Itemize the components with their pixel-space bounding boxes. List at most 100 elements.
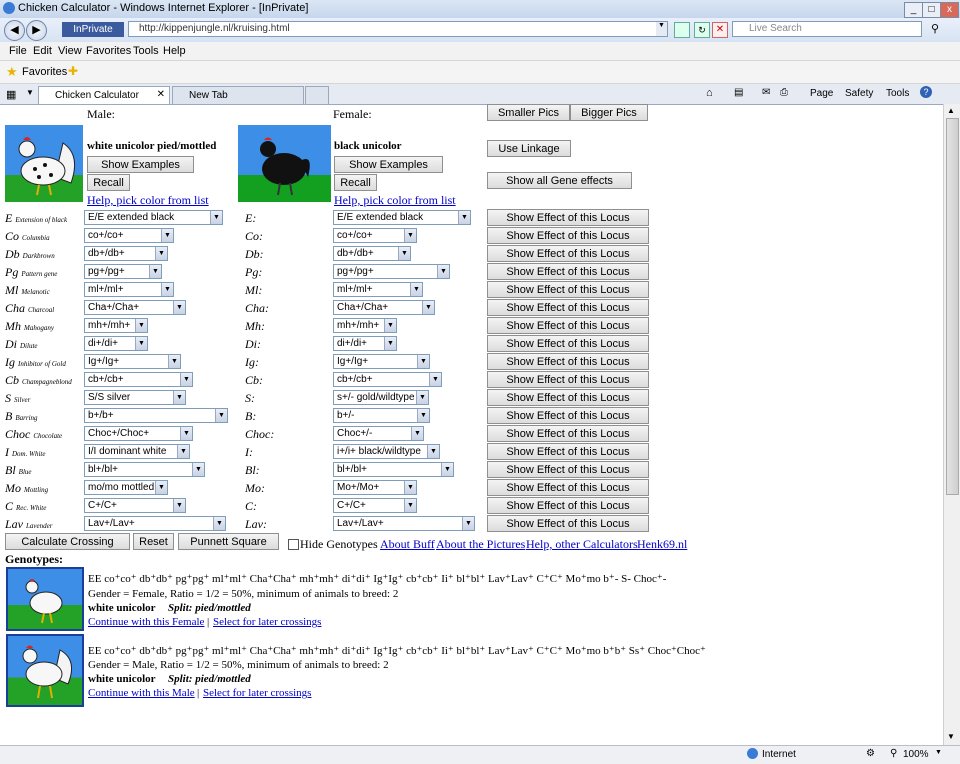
close-tab-icon[interactable]: ✕ <box>157 89 165 100</box>
chevron-down-icon[interactable]: ▼ <box>410 283 422 296</box>
chevron-down-icon[interactable]: ▼ <box>135 337 147 350</box>
show-effect-button[interactable]: Show Effect of this Locus <box>487 497 649 514</box>
protected-mode-icon[interactable]: ⚙ <box>866 748 875 759</box>
show-effect-button[interactable]: Show Effect of this Locus <box>487 263 649 280</box>
chevron-down-icon[interactable]: ▼ <box>213 517 225 530</box>
page-menu[interactable]: Page <box>810 88 833 99</box>
close-button[interactable]: x <box>940 2 959 18</box>
result-2-select-link[interactable]: Select for later crossings <box>203 687 311 699</box>
menu-file[interactable]: File <box>9 45 27 57</box>
address-bar[interactable]: http://kippenjungle.nl/kruising.html ▼ <box>128 21 668 37</box>
vertical-scrollbar[interactable]: ▲ ▼ <box>943 104 960 745</box>
chevron-down-icon[interactable]: ▼ <box>437 265 449 278</box>
female-locus-select[interactable]: i+/i+ black/wildtype ▼ <box>333 444 440 459</box>
female-locus-select[interactable]: Cha+/Cha+ ▼ <box>333 300 435 315</box>
bigger-pics-button[interactable]: Bigger Pics <box>570 104 648 121</box>
female-locus-select[interactable]: pg+/pg+ ▼ <box>333 264 450 279</box>
show-effect-button[interactable]: Show Effect of this Locus <box>487 317 649 334</box>
chevron-down-icon[interactable]: ▼ <box>173 301 185 314</box>
scroll-thumb[interactable] <box>946 118 959 495</box>
calculate-crossing-button[interactable]: Calculate Crossing <box>5 533 130 550</box>
zoom-chevron-icon[interactable]: ▼ <box>935 749 942 756</box>
new-tab-button[interactable] <box>305 86 329 104</box>
show-effect-button[interactable]: Show Effect of this Locus <box>487 245 649 262</box>
male-recall-button[interactable]: Recall <box>87 174 130 191</box>
show-effect-button[interactable]: Show Effect of this Locus <box>487 335 649 352</box>
reset-button[interactable]: Reset <box>133 533 174 550</box>
show-effect-button[interactable]: Show Effect of this Locus <box>487 371 649 388</box>
male-locus-select[interactable]: ml+/ml+ ▼ <box>84 282 174 297</box>
female-locus-select[interactable]: Ig+/Ig+ ▼ <box>333 354 430 369</box>
female-locus-select[interactable]: db+/db+ ▼ <box>333 246 411 261</box>
quick-tabs-icon[interactable]: ▦ <box>6 88 16 101</box>
female-locus-select[interactable]: Choc+/- ▼ <box>333 426 424 441</box>
chevron-down-icon[interactable]: ▼ <box>384 319 396 332</box>
zoom-level[interactable]: 100% <box>903 749 929 760</box>
male-locus-select[interactable]: Lav+/Lav+ ▼ <box>84 516 226 531</box>
forward-icon[interactable]: ▶ <box>26 20 47 41</box>
chevron-down-icon[interactable]: ▼ <box>417 409 429 422</box>
favorites-button[interactable]: Favorites <box>22 66 67 78</box>
male-locus-select[interactable]: E/E extended black ▼ <box>84 210 223 225</box>
male-locus-select[interactable]: mo/mo mottled ▼ <box>84 480 168 495</box>
show-effect-button[interactable]: Show Effect of this Locus <box>487 389 649 406</box>
female-locus-select[interactable]: C+/C+ ▼ <box>333 498 417 513</box>
female-recall-button[interactable]: Recall <box>334 174 377 191</box>
chevron-down-icon[interactable]: ▼ <box>458 211 470 224</box>
refresh-icon[interactable]: ↻ <box>694 22 710 38</box>
chevron-down-icon[interactable]: ▼ <box>180 373 192 386</box>
help-icon[interactable]: ? <box>920 86 932 98</box>
male-locus-select[interactable]: b+/b+ ▼ <box>84 408 228 423</box>
male-locus-select[interactable]: db+/db+ ▼ <box>84 246 168 261</box>
result-1-continue-link[interactable]: Continue with this Female <box>88 616 204 628</box>
chevron-down-icon[interactable]: ▼ <box>417 355 429 368</box>
chevron-down-icon[interactable]: ▼ <box>149 265 161 278</box>
feeds-icon[interactable]: ▤ <box>734 87 743 98</box>
female-locus-select[interactable]: bl+/bl+ ▼ <box>333 462 454 477</box>
home-icon[interactable]: ⌂ <box>706 87 713 99</box>
menu-favorites[interactable]: Favorites <box>86 45 131 57</box>
chevron-down-icon[interactable]: ▼ <box>173 499 185 512</box>
female-locus-select[interactable]: s+/- gold/wildtype ▼ <box>333 390 429 405</box>
help-other-calculators-link[interactable]: Help, other Calculators <box>526 537 638 552</box>
hide-genotypes-checkbox[interactable] <box>288 539 299 550</box>
male-show-examples-button[interactable]: Show Examples <box>87 156 194 173</box>
scroll-down-icon[interactable]: ▼ <box>947 732 955 741</box>
minimize-button[interactable]: _ <box>904 2 923 18</box>
chevron-down-icon[interactable]: ▼ <box>192 463 204 476</box>
chevron-down-icon[interactable]: ▼ <box>384 337 396 350</box>
about-buff-link[interactable]: About Buff <box>380 537 435 552</box>
show-effect-button[interactable]: Show Effect of this Locus <box>487 227 649 244</box>
male-locus-select[interactable]: Cha+/Cha+ ▼ <box>84 300 186 315</box>
chevron-down-icon[interactable]: ▼ <box>161 229 173 242</box>
add-favorite-icon[interactable]: ✚ <box>68 64 78 78</box>
result-1-select-link[interactable]: Select for later crossings <box>213 616 321 628</box>
show-effect-button[interactable]: Show Effect of this Locus <box>487 299 649 316</box>
show-effect-button[interactable]: Show Effect of this Locus <box>487 209 649 226</box>
chevron-down-icon[interactable]: ▼ <box>422 301 434 314</box>
chevron-down-icon[interactable]: ▼ <box>173 391 185 404</box>
tab-new-tab[interactable]: New Tab <box>172 86 304 104</box>
back-icon[interactable]: ◀ <box>4 20 25 41</box>
tools-menu[interactable]: Tools <box>886 88 909 99</box>
show-effect-button[interactable]: Show Effect of this Locus <box>487 461 649 478</box>
zoom-icon[interactable]: ⚲ <box>890 748 897 759</box>
male-locus-select[interactable]: Ig+/Ig+ ▼ <box>84 354 181 369</box>
female-show-examples-button[interactable]: Show Examples <box>334 156 443 173</box>
female-locus-select[interactable]: mh+/mh+ ▼ <box>333 318 397 333</box>
scroll-up-icon[interactable]: ▲ <box>947 106 955 115</box>
result-2-continue-link[interactable]: Continue with this Male <box>88 687 195 699</box>
male-locus-select[interactable]: C+/C+ ▼ <box>84 498 186 513</box>
show-effect-button[interactable]: Show Effect of this Locus <box>487 353 649 370</box>
show-effect-button[interactable]: Show Effect of this Locus <box>487 425 649 442</box>
show-effect-button[interactable]: Show Effect of this Locus <box>487 443 649 460</box>
about-pictures-link[interactable]: About the Pictures <box>436 537 525 552</box>
chevron-down-icon[interactable]: ▼ <box>161 283 173 296</box>
chevron-down-icon[interactable]: ▼ <box>398 247 410 260</box>
chevron-down-icon[interactable]: ▼ <box>656 22 667 36</box>
male-locus-select[interactable]: co+/co+ ▼ <box>84 228 174 243</box>
search-input[interactable]: Live Search <box>732 21 922 37</box>
chevron-down-icon[interactable]: ▼ <box>416 391 428 404</box>
male-help-link[interactable]: Help, pick color from list <box>87 193 209 208</box>
henk69-link[interactable]: Henk69.nl <box>637 537 687 552</box>
